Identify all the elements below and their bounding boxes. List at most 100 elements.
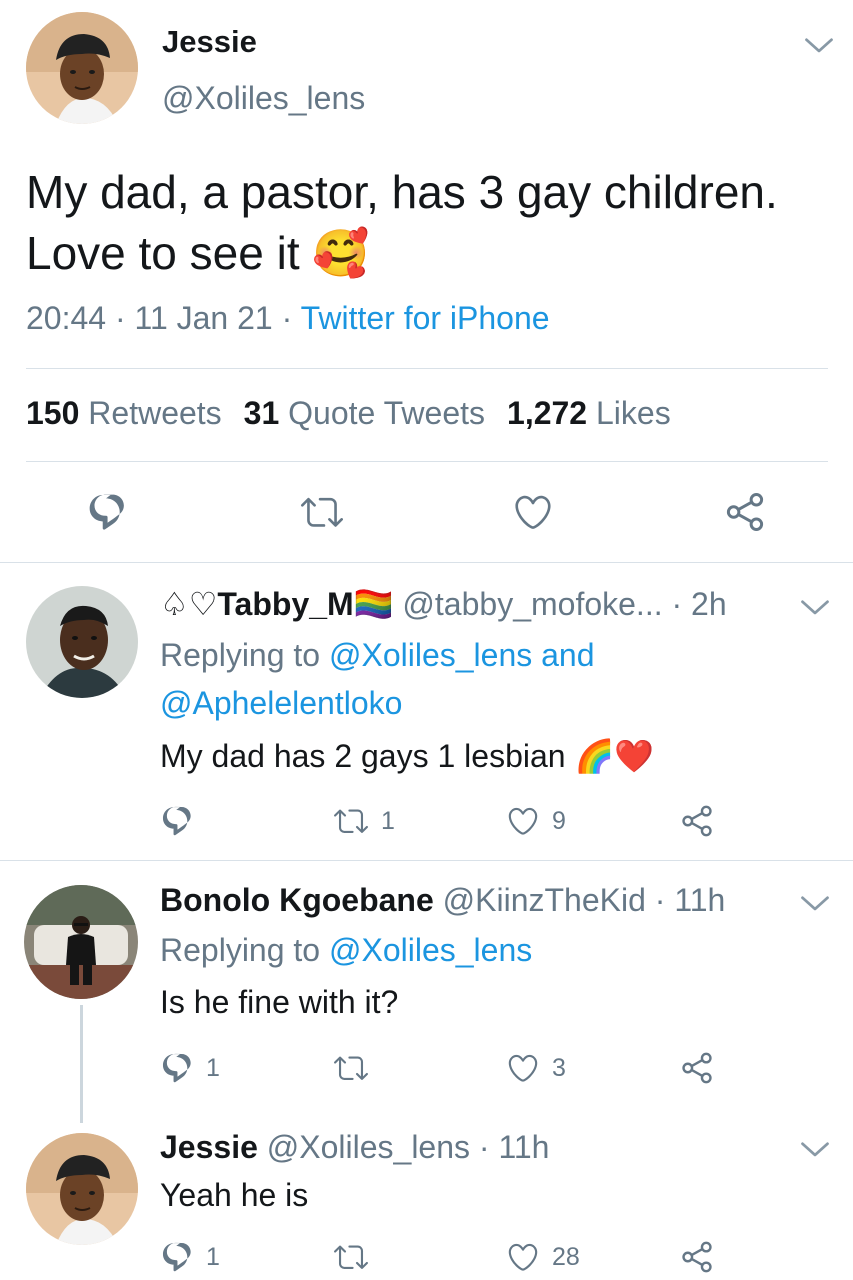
smiling-hearts-emoji: 🥰 (312, 227, 370, 279)
main-tweet-meta: 20:44 · 11 Jan 21 · Twitter for iPhone (26, 300, 550, 337)
retweet-button[interactable]: 1 (333, 804, 395, 838)
avatar-reply-1[interactable] (26, 586, 138, 698)
heart-icon (512, 491, 554, 533)
retweet-button[interactable] (300, 491, 344, 533)
like-button[interactable]: 3 (506, 1051, 566, 1085)
reply-text: My dad has 2 gays 1 lesbian 🌈❤️ (160, 737, 654, 775)
retweet-icon (333, 1051, 369, 1085)
share-icon (724, 491, 766, 533)
main-author-name[interactable]: Jessie (162, 24, 257, 60)
reply-count: 1 (206, 1053, 220, 1082)
tweet-time: 20:44 (26, 300, 107, 336)
like-button[interactable]: 9 (506, 804, 566, 838)
meta-separator: · (272, 300, 301, 336)
reply-icon (160, 1051, 194, 1085)
thread-connector (80, 1005, 83, 1123)
quotes-stat[interactable]: 31 Quote Tweets (244, 395, 485, 431)
divider (0, 562, 853, 563)
avatar-reply-2[interactable] (24, 885, 138, 999)
retweet-button[interactable] (333, 1240, 381, 1274)
reply-icon (160, 804, 194, 838)
tweet-stats: 150 Retweets 31 Quote Tweets 1,272 Likes (26, 395, 671, 432)
likes-label: Likes (595, 395, 671, 431)
share-icon (680, 1240, 714, 1274)
reply-time: · 11h (654, 882, 726, 918)
heart-icon (506, 1051, 540, 1085)
like-count: 9 (552, 806, 566, 835)
reply-time: · 2h (671, 586, 727, 622)
reply-button[interactable]: 1 (160, 1051, 220, 1085)
share-button[interactable] (680, 804, 714, 838)
reply-text: Is he fine with it? (160, 984, 399, 1020)
reply-author-name[interactable]: Bonolo Kgoebane (160, 882, 434, 918)
retweets-count: 150 (26, 395, 80, 431)
likes-stat[interactable]: 1,272 Likes (507, 395, 671, 431)
chevron-down-icon[interactable] (800, 598, 830, 618)
reply-button[interactable]: 1 (160, 1240, 220, 1274)
reply-button[interactable] (86, 491, 128, 533)
user-photo-icon (24, 885, 138, 999)
like-button[interactable] (512, 491, 554, 533)
avatar-reply-3[interactable] (26, 1133, 138, 1245)
reply-button[interactable] (160, 804, 206, 838)
reply-header: ♤♡Tabby_M🏳️‍🌈 @tabby_mofoke... · 2h (160, 585, 727, 623)
chevron-down-icon[interactable] (800, 894, 830, 914)
chevron-down-icon[interactable] (800, 1140, 830, 1160)
reply-text: Yeah he is (160, 1177, 309, 1213)
like-count: 3 (552, 1053, 566, 1082)
reply-header: Bonolo Kgoebane @KiinzTheKid · 11h (160, 882, 725, 919)
share-button[interactable] (680, 1240, 714, 1274)
retweet-count: 1 (381, 806, 395, 835)
reply-icon (160, 1240, 194, 1274)
heart-icon (506, 804, 540, 838)
chevron-down-icon[interactable] (804, 36, 834, 56)
replying-to-mention[interactable]: @Xoliles_lens and (329, 637, 595, 673)
reply-author-name[interactable]: Jessie (160, 1129, 258, 1165)
replying-to-mention[interactable]: @Xoliles_lens (329, 932, 532, 968)
reply-author-handle[interactable]: @Xoliles_lens (267, 1129, 470, 1165)
reply-author-name[interactable]: ♤♡Tabby_M (160, 586, 354, 622)
retweet-icon (333, 804, 369, 838)
likes-count: 1,272 (507, 395, 588, 431)
share-button[interactable] (680, 1051, 714, 1085)
reply-author-handle[interactable]: @tabby_mofoke... (402, 586, 662, 622)
retweets-label: Retweets (88, 395, 222, 431)
retweets-stat[interactable]: 150 Retweets (26, 395, 222, 431)
reply-count: 1 (206, 1242, 220, 1271)
share-icon (680, 804, 714, 838)
tweet-source-link[interactable]: Twitter for iPhone (301, 300, 550, 336)
retweet-button[interactable] (333, 1051, 381, 1085)
divider (0, 860, 853, 861)
like-button[interactable]: 28 (506, 1240, 580, 1274)
reply-author-handle[interactable]: @KiinzTheKid (443, 882, 646, 918)
retweet-icon (300, 491, 344, 533)
share-button[interactable] (724, 491, 766, 533)
share-icon (680, 1051, 714, 1085)
user-photo-icon (26, 1133, 138, 1245)
avatar-main[interactable] (26, 12, 138, 124)
divider (26, 461, 828, 462)
reply-header: Jessie @Xoliles_lens · 11h (160, 1129, 549, 1166)
rainbow-flag-emoji: 🏳️‍🌈 (353, 586, 394, 622)
replying-to-label: Replying to (160, 932, 321, 968)
retweet-icon (333, 1240, 369, 1274)
quotes-count: 31 (243, 395, 280, 431)
replying-to-mention-2[interactable]: @Aphelelentloko (160, 685, 402, 722)
divider (26, 368, 828, 369)
heart-icon (506, 1240, 540, 1274)
reply-time: · 11h (478, 1129, 550, 1165)
tweet-date: 11 Jan 21 (134, 300, 273, 336)
user-photo-icon (26, 12, 138, 124)
like-count: 28 (552, 1242, 580, 1271)
main-author-handle[interactable]: @Xoliles_lens (162, 80, 365, 117)
rainbow-heart-emoji: 🌈❤️ (574, 738, 655, 774)
reply-body: My dad has 2 gays 1 lesbian (160, 738, 566, 774)
quotes-label: Quote Tweets (288, 395, 486, 431)
replying-to-line: Replying to @Xoliles_lens and (160, 637, 595, 674)
replying-to-label: Replying to (160, 637, 321, 673)
main-tweet-text: My dad, a pastor, has 3 gay children. Lo… (26, 162, 826, 284)
meta-separator: · (106, 300, 135, 336)
replying-to-line: Replying to @Xoliles_lens (160, 932, 532, 969)
reply-icon (86, 491, 128, 533)
main-tweet-body: My dad, a pastor, has 3 gay children. Lo… (26, 166, 778, 279)
